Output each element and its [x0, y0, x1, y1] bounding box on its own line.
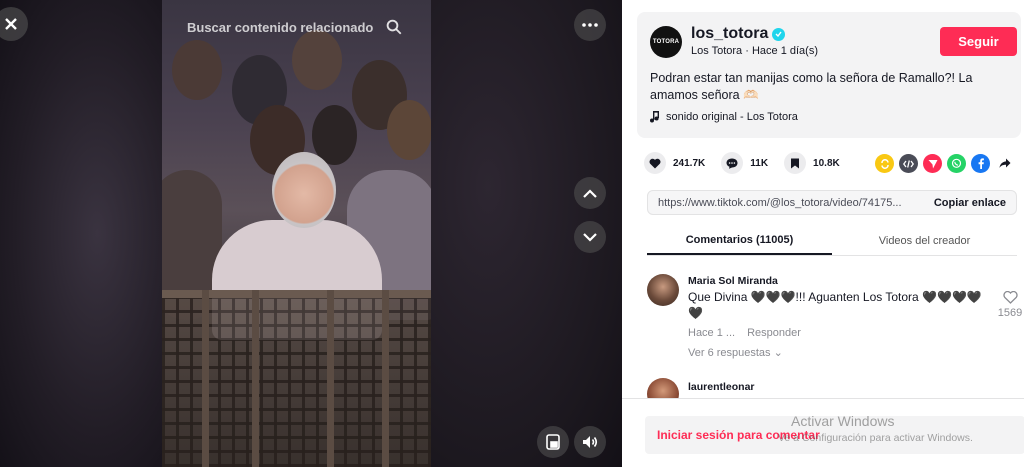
facebook-icon[interactable] — [971, 154, 990, 173]
meta-separator: · — [742, 45, 752, 57]
panel-tabs: Comentarios (11005) Videos del creador — [647, 226, 1017, 256]
save-button[interactable]: 10.8K — [784, 152, 840, 174]
comment-like-count: 1569 — [997, 307, 1023, 319]
watermark-subtitle: Ve a Configuración para activar Windows. — [778, 432, 973, 444]
follow-button[interactable]: Seguir — [940, 27, 1017, 56]
comment-item: laurentleonar — [647, 378, 1024, 410]
author-display-name: Los Totora — [691, 45, 743, 57]
commenter-name[interactable]: laurentleonar — [688, 381, 755, 393]
close-icon — [5, 18, 17, 30]
windows-activation-watermark: Activar Windows Ve a Configuración para … — [778, 413, 973, 444]
fence-post — [202, 290, 209, 467]
video-caption: Podran estar tan manijas como la señora … — [650, 71, 973, 102]
share-link-box: https://www.tiktok.com/@los_totora/video… — [647, 190, 1017, 215]
author-username[interactable]: los_totora — [691, 25, 768, 43]
crowd-person — [387, 100, 431, 160]
author-avatar-logo: TOTORA — [652, 39, 680, 45]
author-username-row[interactable]: los_totora — [691, 25, 786, 43]
music-title[interactable]: sonido original - Los Totora — [666, 111, 798, 123]
fence-post — [327, 290, 334, 467]
crowd-person — [172, 40, 222, 100]
tab-creator-videos[interactable]: Videos del creador — [832, 226, 1017, 255]
picture-in-picture-button[interactable] — [537, 426, 569, 458]
copy-link-button[interactable]: Copiar enlace — [934, 197, 1006, 209]
chevron-down-icon — [583, 232, 597, 242]
commenter-avatar[interactable] — [647, 274, 679, 306]
share-arrow-icon[interactable] — [995, 154, 1014, 173]
share-options — [875, 154, 1014, 173]
post-date: Hace 1 día(s) — [751, 45, 818, 57]
share-link-url[interactable]: https://www.tiktok.com/@los_totora/video… — [658, 197, 902, 209]
watermark-title: Activar Windows — [791, 413, 895, 429]
author-avatar[interactable]: TOTORA — [650, 26, 682, 58]
related-search-placeholder: Buscar contenido relacionado — [187, 19, 374, 35]
save-count: 10.8K — [813, 157, 840, 169]
next-video-button[interactable] — [574, 221, 606, 253]
related-search-bar[interactable]: Buscar contenido relacionado — [175, 12, 415, 42]
repost-icon[interactable] — [875, 154, 894, 173]
whatsapp-icon[interactable] — [947, 154, 966, 173]
reply-button[interactable]: Responder — [747, 327, 801, 339]
picture-in-picture-icon — [546, 434, 560, 450]
chevron-up-icon — [583, 188, 597, 198]
comment-item: Maria Sol Miranda Que Divina 🖤🖤🖤!!! Agua… — [647, 274, 1024, 374]
send-icon[interactable] — [923, 154, 942, 173]
video-player[interactable] — [162, 0, 431, 467]
view-replies-button[interactable]: Ver 6 respuestas ⌄ — [688, 346, 783, 359]
commenter-name[interactable]: Maria Sol Miranda — [688, 275, 778, 287]
bookmark-icon — [784, 152, 807, 174]
comment-count: 11K — [750, 157, 769, 169]
like-button[interactable]: 241.7K — [644, 152, 705, 174]
volume-button[interactable] — [574, 426, 606, 458]
fence-post — [382, 290, 389, 467]
comment-like-button[interactable]: 1569 — [995, 290, 1024, 319]
heart-outline-icon — [1002, 290, 1018, 304]
video-stage: Buscar contenido relacionado — [0, 0, 622, 467]
blurred-background-left — [0, 0, 162, 467]
heart-icon — [644, 152, 666, 174]
elderly-woman-head — [272, 152, 336, 228]
fence-post — [252, 290, 259, 467]
more-options-button[interactable] — [574, 9, 606, 41]
verified-badge-icon — [772, 27, 786, 41]
comment-meta: Hace 1 ... Responder — [688, 327, 801, 339]
music-note-icon — [650, 111, 659, 123]
like-count: 241.7K — [673, 157, 706, 169]
volume-icon — [583, 436, 598, 448]
music-link[interactable]: sonido original - Los Totora — [650, 111, 798, 123]
details-panel: TOTORA los_totora Los Totora · Hace 1 dí… — [622, 0, 1024, 467]
comment-time: Hace 1 ... — [688, 327, 736, 339]
tab-comments[interactable]: Comentarios (11005) — [647, 226, 832, 255]
previous-video-button[interactable] — [574, 177, 606, 209]
search-icon[interactable] — [385, 18, 403, 36]
embed-icon[interactable] — [899, 154, 918, 173]
author-meta: Los Totora · Hace 1 día(s) — [691, 45, 818, 57]
engagement-stats: 241.7K 11K 10.8K — [644, 152, 856, 174]
comment-button[interactable]: 11K — [721, 152, 768, 174]
author-card: TOTORA los_totora Los Totora · Hace 1 dí… — [637, 12, 1021, 138]
comment-icon — [721, 152, 744, 174]
comment-text: Que Divina 🖤🖤🖤!!! Aguanten Los Totora 🖤🖤… — [688, 290, 982, 320]
more-icon — [582, 23, 598, 27]
